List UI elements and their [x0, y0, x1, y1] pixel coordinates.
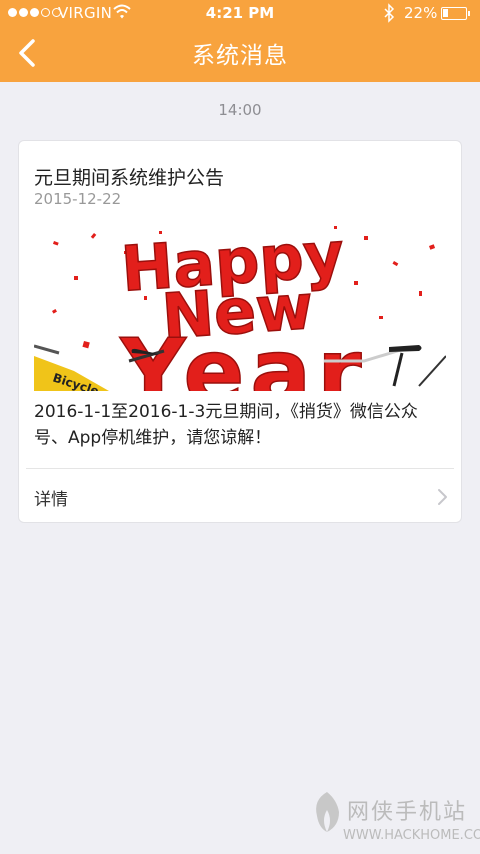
message-timestamp: 14:00 [218, 101, 262, 119]
battery-percent: 22% [404, 4, 438, 22]
page-title: 系统消息 [192, 43, 288, 69]
nav-bar: VIRGIN 4:21 PM 22% 系统消息 [0, 0, 480, 82]
watermark-logo-icon [316, 792, 339, 832]
detail-link[interactable]: 详情 [19, 469, 463, 523]
message-title: 元旦期间系统维护公告 [34, 167, 225, 189]
bluetooth-icon [384, 3, 395, 23]
battery-level [443, 9, 448, 17]
message-body: 2016-1-1至2016-1-3元旦期间，《捎货》微信公众号、App停机维护，… [34, 402, 418, 448]
watermark-url: WWW.HACKHOME.COM [343, 828, 480, 843]
watermark-name: 网侠手机站 [347, 800, 468, 825]
happy-new-year-banner: Happy New Year Bicycle [34, 221, 446, 391]
detail-label: 详情 [34, 490, 68, 510]
watermark: 网侠手机站 WWW.HACKHOME.COM [305, 786, 480, 854]
message-card[interactable]: 元旦期间系统维护公告 2015-12-22 Happy New Year Bic… [18, 140, 462, 523]
chevron-right-icon [438, 489, 447, 505]
status-bar: VIRGIN 4:21 PM 22% [0, 0, 480, 28]
message-date: 2015-12-22 [34, 190, 122, 208]
banner-year-text: Year [119, 320, 367, 391]
battery-icon [441, 7, 470, 20]
